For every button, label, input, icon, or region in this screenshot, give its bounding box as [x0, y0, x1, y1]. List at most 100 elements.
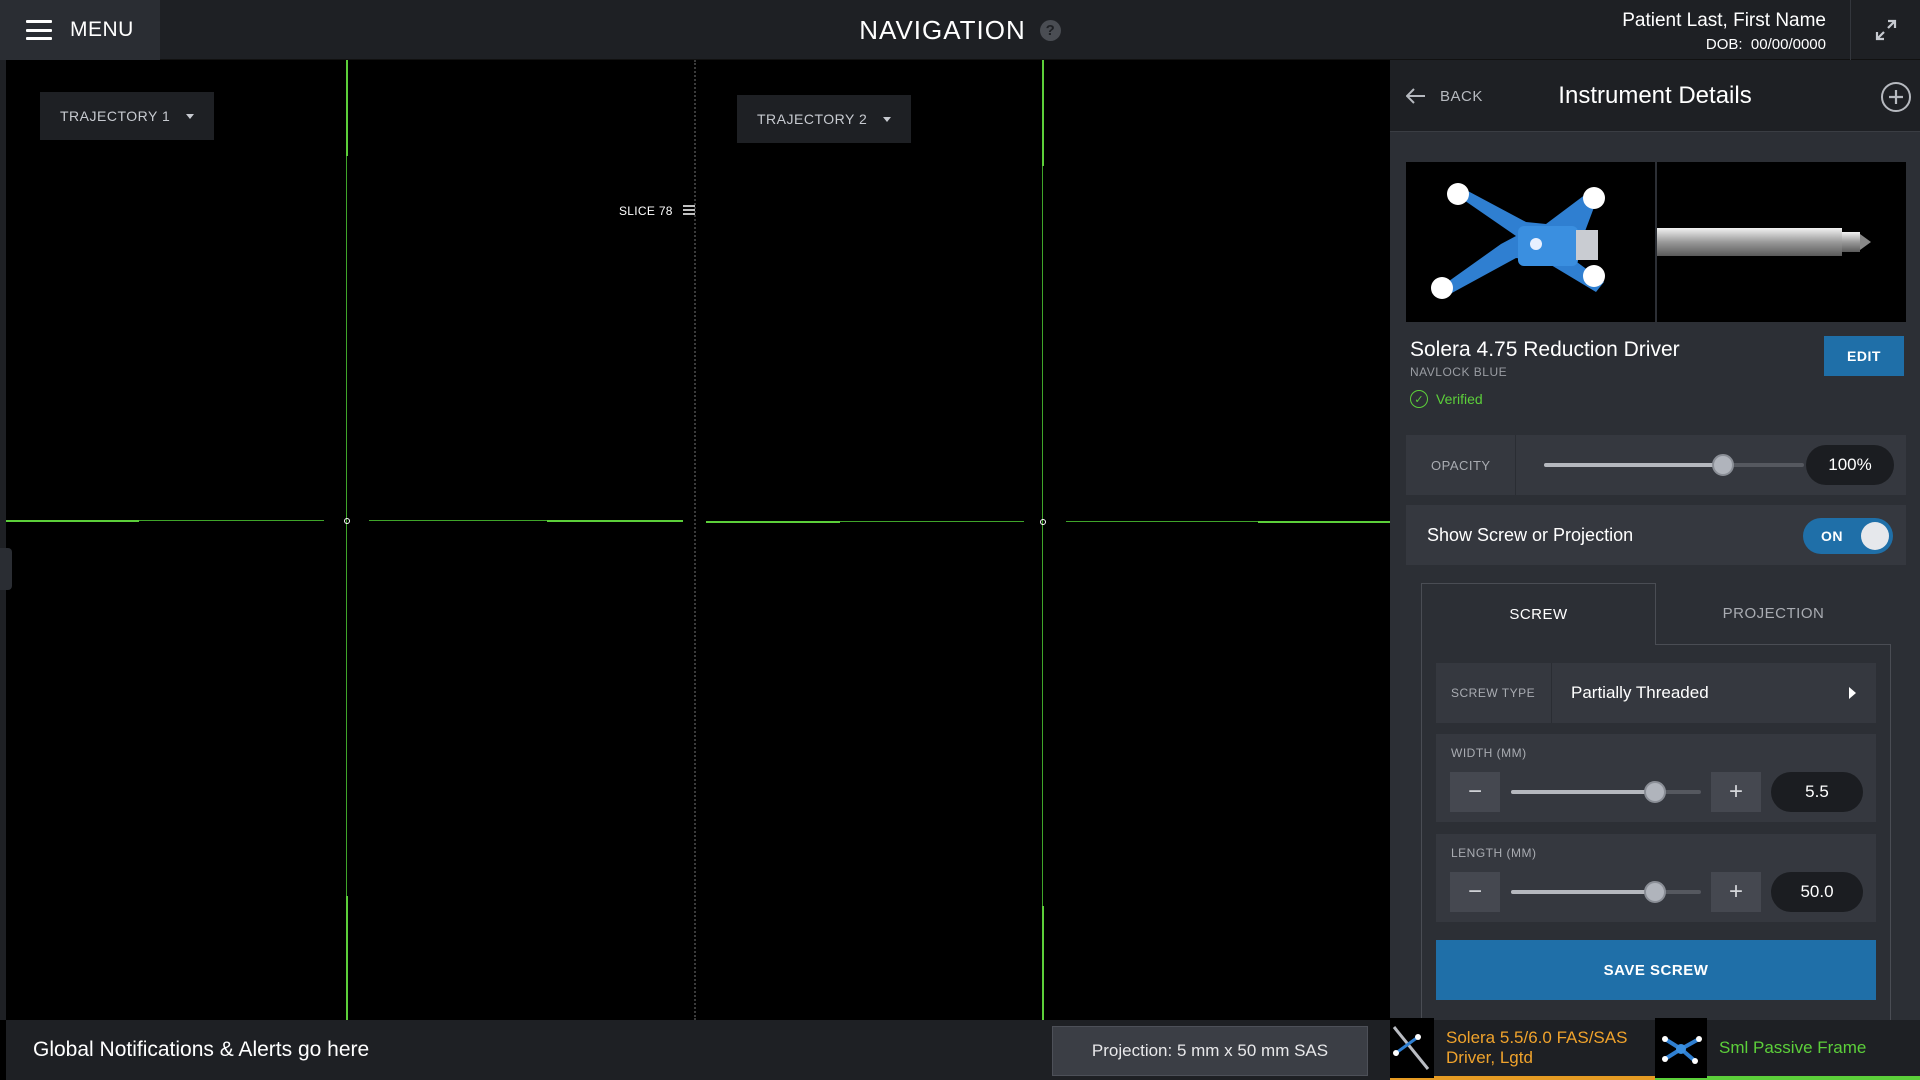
crosshair-h-1a-bold — [6, 520, 139, 522]
side-drawer-handle[interactable] — [0, 548, 12, 590]
save-screw-button[interactable]: SAVE SCREW — [1436, 940, 1876, 1000]
check-circle-icon: ✓ — [1410, 390, 1428, 408]
length-value[interactable]: 50.0 — [1771, 872, 1863, 912]
back-label: BACK — [1440, 87, 1483, 105]
width-slider[interactable] — [1511, 790, 1701, 794]
screw-tab-body: SCREW TYPE Partially Threaded WIDTH (MM)… — [1421, 645, 1891, 1020]
opacity-value[interactable]: 100% — [1806, 445, 1894, 485]
patient-name: Patient Last, First Name — [1622, 10, 1826, 31]
menu-button[interactable]: MENU — [0, 0, 160, 60]
toggle-state: ON — [1821, 528, 1843, 544]
instrument-images — [1406, 162, 1906, 322]
show-screw-row: Show Screw or Projection ON — [1406, 505, 1906, 565]
width-control: WIDTH (MM) − + 5.5 — [1436, 734, 1876, 822]
tracker-array-image — [1406, 162, 1655, 322]
crosshair-v-bottom-1 — [346, 896, 348, 1020]
crosshair-center-2 — [1040, 519, 1046, 525]
length-increment-button[interactable]: + — [1711, 872, 1761, 912]
verified-label: Verified — [1436, 391, 1483, 407]
crosshair-v-top-2 — [1042, 60, 1044, 166]
crosshair-v-2b — [1042, 546, 1043, 966]
crosshair-v-bottom-2 — [1042, 906, 1044, 1020]
width-slider-fill — [1511, 790, 1656, 794]
passive-frame-icon — [1655, 1018, 1707, 1078]
patient-dob: DOB: 00/00/0000 — [1622, 36, 1826, 53]
opacity-slider[interactable] — [1544, 463, 1804, 467]
tracked-instrument-driver[interactable]: Solera 5.5/6.0 FAS/SAS Driver, Lgtd — [1390, 1018, 1655, 1080]
top-bar: MENU NAVIGATION ? Patient Last, First Na… — [0, 0, 1920, 60]
chevron-down-icon — [883, 116, 892, 122]
show-screw-label: Show Screw or Projection — [1427, 524, 1634, 545]
trajectory-2-label: TRAJECTORY 2 — [757, 111, 868, 127]
width-increment-button[interactable]: + — [1711, 772, 1761, 812]
screw-type-label: SCREW TYPE — [1436, 663, 1552, 723]
chevron-right-icon — [1849, 687, 1856, 699]
length-label: LENGTH (MM) — [1451, 846, 1537, 860]
dob-value: 00/00/0000 — [1750, 36, 1826, 53]
add-circle-icon[interactable] — [1880, 81, 1912, 113]
screw-type-select[interactable]: SCREW TYPE Partially Threaded — [1436, 663, 1876, 723]
width-label: WIDTH (MM) — [1451, 746, 1527, 760]
tracker-array-icon — [1431, 183, 1605, 299]
dob-label: DOB: — [1705, 36, 1743, 53]
width-decrement-button[interactable]: − — [1450, 772, 1500, 812]
show-screw-toggle[interactable]: ON — [1803, 518, 1893, 554]
length-control: LENGTH (MM) − + 50.0 — [1436, 834, 1876, 922]
tracked-instruments-bar: Solera 5.5/6.0 FAS/SAS Driver, Lgtd Sml … — [1390, 1018, 1920, 1080]
expand-icon — [1875, 19, 1896, 41]
crosshair-v-top-1 — [346, 60, 348, 156]
driver-tool-icon — [1390, 1018, 1434, 1078]
length-slider-fill — [1511, 890, 1656, 894]
arrow-left-icon — [1406, 88, 1425, 104]
toggle-knob — [1861, 522, 1889, 550]
length-decrement-button[interactable]: − — [1450, 872, 1500, 912]
opacity-slider-thumb[interactable] — [1712, 454, 1735, 476]
trajectory-2-dropdown[interactable]: TRAJECTORY 2 — [737, 95, 912, 143]
driver-image — [1657, 162, 1906, 322]
crosshair-v-1b — [346, 546, 347, 956]
crosshair-h-2a-bold — [706, 521, 840, 523]
tracked-instrument-driver-label: Solera 5.5/6.0 FAS/SAS Driver, Lgtd — [1446, 1028, 1628, 1067]
instrument-panel: BACK Instrument Details Solera 4.75 Redu… — [1390, 60, 1920, 1020]
trajectory-1-dropdown[interactable]: TRAJECTORY 1 — [40, 92, 215, 140]
expand-button[interactable] — [1850, 0, 1920, 60]
projection-chip[interactable]: Projection: 5 mm x 50 mm SAS — [1052, 1026, 1368, 1076]
screw-type-value: Partially Threaded — [1571, 683, 1709, 702]
tracked-instrument-frame-label: Sml Passive Frame — [1719, 1038, 1867, 1057]
opacity-control: OPACITY 100% — [1406, 435, 1906, 495]
trajectory-1-label: TRAJECTORY 1 — [60, 108, 171, 124]
verified-status: ✓ Verified — [1410, 390, 1483, 408]
screw-tabs: SCREW PROJECTION SCREW TYPE Partially Th… — [1421, 583, 1891, 1020]
global-notification: Global Notifications & Alerts go here — [33, 1038, 370, 1061]
crosshair-h-1b-bold — [547, 520, 683, 522]
back-button[interactable]: BACK — [1406, 60, 1483, 132]
driver-icon — [1657, 228, 1871, 256]
slice-handle-icon[interactable] — [682, 203, 696, 217]
edit-button[interactable]: EDIT — [1824, 336, 1904, 376]
panel-header: BACK Instrument Details — [1390, 60, 1920, 132]
opacity-label: OPACITY — [1406, 435, 1516, 495]
help-icon[interactable]: ? — [1039, 19, 1061, 41]
patient-info: Patient Last, First Name DOB: 00/00/0000 — [1622, 10, 1826, 53]
tab-projection[interactable]: PROJECTION — [1656, 583, 1891, 645]
crosshair-v-1 — [346, 156, 347, 556]
width-value[interactable]: 5.5 — [1771, 772, 1863, 812]
hamburger-icon — [26, 20, 52, 40]
tracked-instrument-frame[interactable]: Sml Passive Frame — [1655, 1018, 1920, 1080]
crosshair-h-2b-bold — [1258, 521, 1390, 523]
crosshair-center-1 — [344, 518, 350, 524]
crosshair-v-2 — [1042, 166, 1043, 556]
tab-screw[interactable]: SCREW — [1421, 583, 1656, 645]
length-slider-thumb[interactable] — [1644, 881, 1667, 903]
chevron-down-icon — [186, 113, 195, 119]
instrument-subtitle: NAVLOCK BLUE — [1410, 365, 1508, 379]
page-title: NAVIGATION — [859, 14, 1026, 45]
instrument-name: Solera 4.75 Reduction Driver — [1410, 338, 1680, 361]
length-slider[interactable] — [1511, 890, 1701, 894]
navigation-viewer[interactable]: TRAJECTORY 1 TRAJECTORY 2 SLICE 78 — [6, 60, 1390, 1020]
slice-label: SLICE 78 — [619, 204, 673, 218]
opacity-slider-fill — [1544, 463, 1724, 467]
notification-bar: Global Notifications & Alerts go here Pr… — [6, 1020, 1390, 1080]
menu-label: MENU — [70, 18, 134, 41]
width-slider-thumb[interactable] — [1644, 781, 1667, 803]
